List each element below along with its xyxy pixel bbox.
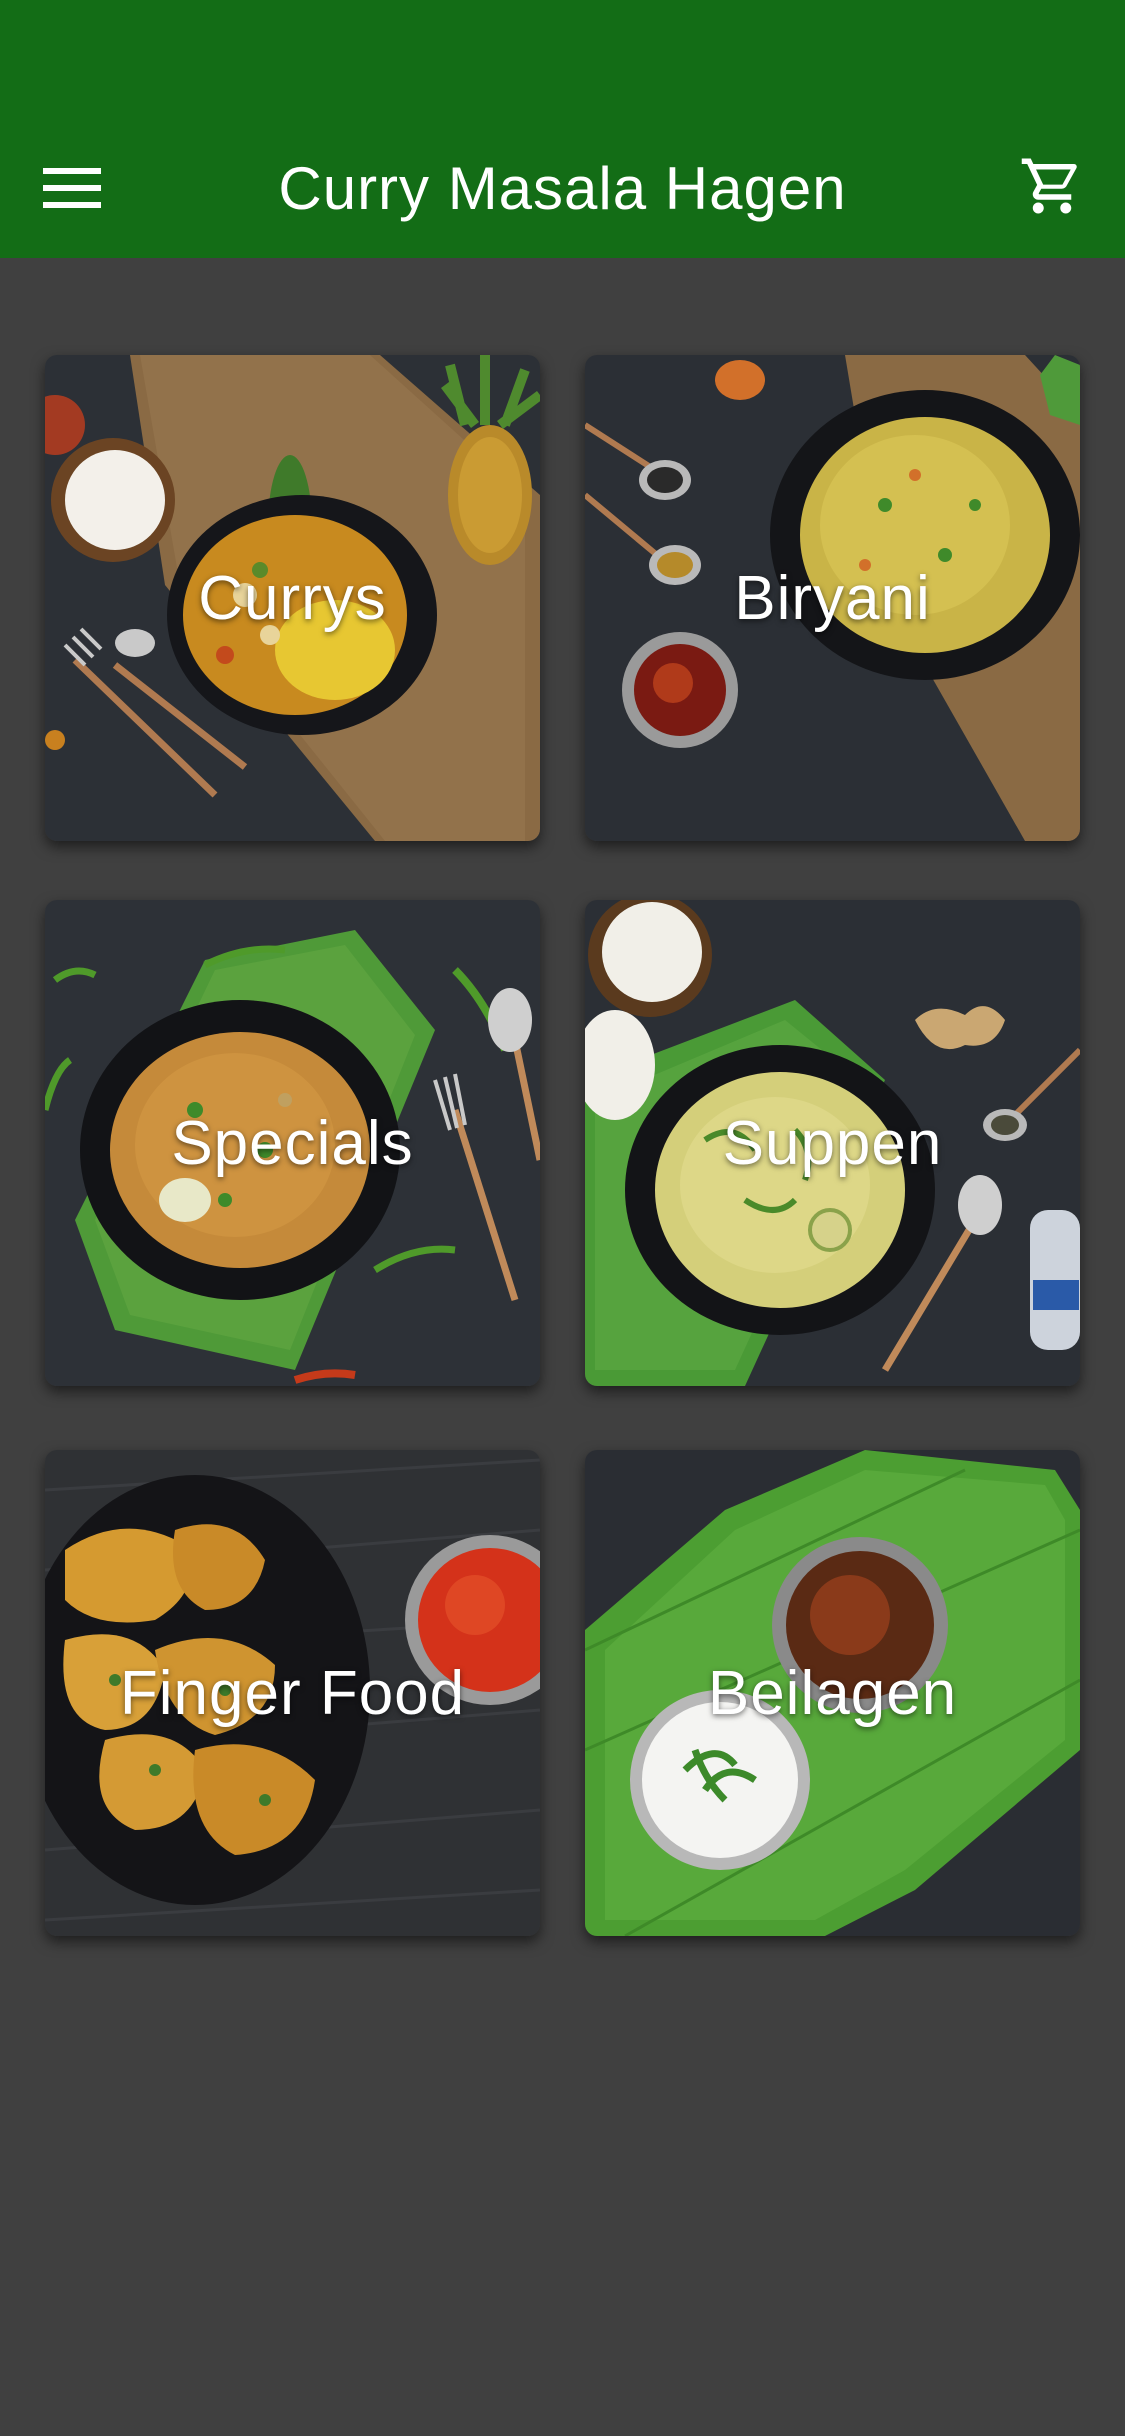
category-label: Suppen — [722, 1108, 943, 1178]
category-label: Currys — [198, 563, 387, 633]
category-tile-currys[interactable]: Currys — [45, 355, 540, 841]
app-title: Curry Masala Hagen — [278, 154, 847, 222]
cart-button[interactable] — [1002, 138, 1102, 234]
app-bar: Curry Masala Hagen — [0, 0, 1125, 258]
category-label: Specials — [171, 1108, 414, 1178]
category-label: Biryani — [734, 563, 931, 633]
category-tile-suppen[interactable]: Suppen — [585, 900, 1080, 1386]
category-label: Finger Food — [119, 1658, 466, 1728]
category-tile-beilagen[interactable]: Beilagen — [585, 1450, 1080, 1936]
category-tile-biryani[interactable]: Biryani — [585, 355, 1080, 841]
category-tile-specials[interactable]: Specials — [45, 900, 540, 1386]
shopping-cart-icon — [1021, 158, 1077, 214]
menu-icon — [43, 168, 101, 208]
category-tile-finger-food[interactable]: Finger Food — [45, 1450, 540, 1936]
menu-button[interactable] — [24, 140, 120, 236]
category-label: Beilagen — [707, 1658, 958, 1728]
